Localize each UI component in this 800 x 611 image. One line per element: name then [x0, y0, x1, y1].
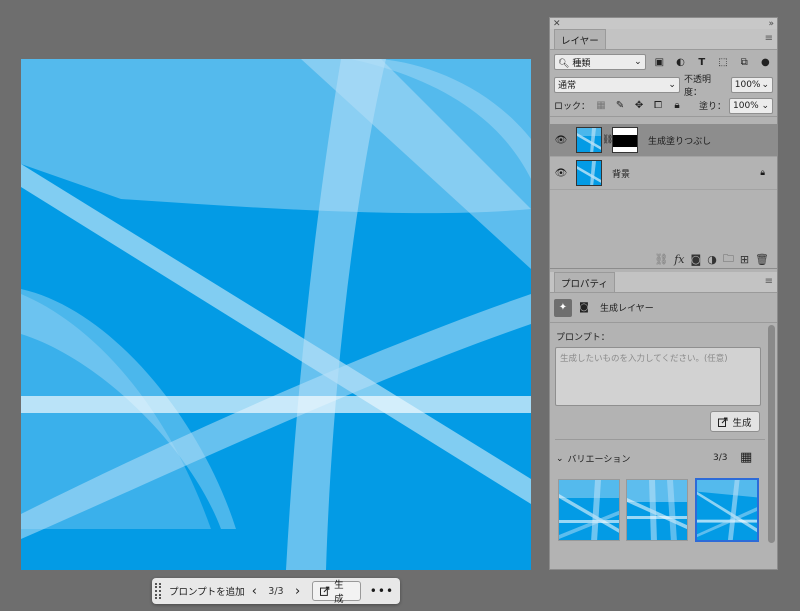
more-options-icon[interactable]: ••• — [370, 584, 394, 598]
close-panel-icon[interactable]: ✕ — [553, 19, 561, 29]
layers-footer-toolbar: ⛓︎ fx ◙ ◑ 🗀︎ ⊞ 🗑︎ — [550, 251, 777, 269]
generate-icon — [320, 586, 330, 596]
visibility-eye-icon[interactable]: 👁︎ — [550, 135, 572, 146]
opacity-label: 不透明度： — [683, 74, 711, 98]
blend-row: 通常 ⌄ 不透明度： 100% ⌄ — [550, 74, 777, 98]
generate-icon — [718, 417, 728, 427]
lock-label: ロック： — [554, 102, 591, 112]
lock-row: ロック： ▦ ✎ ✥ ⧠ 🔒︎ 塗り： 100% ⌄ — [550, 95, 777, 117]
layer-filter-select[interactable]: 🔍︎ 種類 ⌄ — [554, 54, 646, 70]
adjustment-filter-icon[interactable]: ◐ — [673, 54, 688, 70]
previous-variation-button[interactable]: ‹ — [246, 584, 264, 599]
fx-icon[interactable]: fx — [674, 253, 684, 266]
variations-count: 3/3 — [713, 453, 728, 463]
layer-filter-value: 種類 — [572, 58, 591, 69]
generate-button-label: 生成 — [732, 417, 752, 429]
tab-layers[interactable]: レイヤー — [554, 29, 606, 49]
lock-transparency-icon[interactable]: ▦ — [593, 98, 609, 114]
adjustment-layer-icon[interactable]: ◑ — [707, 253, 717, 266]
collapse-panel-icon[interactable]: » — [768, 19, 774, 29]
variations-header[interactable]: ⌄ バリエーション — [556, 452, 631, 466]
variation-thumbnail-2[interactable] — [626, 479, 688, 541]
generate-button[interactable]: 生成 — [710, 411, 760, 432]
variation-thumbnail-3[interactable] — [695, 478, 759, 542]
chevron-down-icon: ⌄ — [634, 57, 642, 67]
grid-view-icon[interactable]: ▦ — [740, 450, 752, 465]
lock-image-icon[interactable]: ✎ — [612, 98, 628, 114]
smart-object-filter-icon[interactable]: ⧉ — [737, 54, 752, 70]
variation-thumbnail-1[interactable] — [558, 479, 620, 541]
new-layer-icon[interactable]: ⊞ — [740, 253, 749, 266]
drag-handle-icon[interactable] — [155, 583, 161, 599]
generated-image — [21, 59, 531, 570]
blend-mode-value: 通常 — [558, 81, 577, 91]
add-mask-icon[interactable]: ◙ — [691, 253, 702, 266]
properties-panel: プロパティ ≡ ✦ ◙ 生成レイヤー プロンプト： 生成したいものを入力してくだ… — [550, 272, 777, 569]
contextual-task-bar: プロンプトを追加 ‹ 3/3 › 生成 ••• — [152, 578, 400, 605]
filter-toggle-icon[interactable]: ● — [758, 54, 773, 70]
fill-field[interactable]: 100% ⌄ — [729, 97, 773, 114]
properties-scrollbar[interactable] — [768, 325, 775, 543]
lock-icon: 🔒︎ — [760, 168, 765, 178]
lock-all-icon[interactable]: 🔒︎ — [669, 98, 685, 114]
chevron-down-icon: ⌄ — [668, 79, 676, 90]
layer-name[interactable]: 生成塗りつぶし — [648, 134, 711, 147]
variations-label: バリエーション — [567, 455, 631, 465]
visibility-eye-icon[interactable]: 👁︎ — [550, 168, 572, 179]
layers-tab-row: レイヤー ≡ — [550, 29, 777, 50]
link-chain-icon[interactable]: ⛓︎ — [602, 135, 613, 145]
generate-button[interactable]: 生成 — [312, 580, 361, 605]
opacity-value: 100% — [734, 79, 761, 90]
generate-button-label: 生成 — [334, 580, 344, 605]
prompt-label: プロンプト： — [556, 333, 610, 343]
new-group-icon[interactable]: 🗀︎ — [723, 250, 734, 269]
opacity-field[interactable]: 100% ⌄ — [730, 76, 773, 93]
lock-artboard-icon[interactable]: ⧠ — [650, 98, 666, 114]
type-filter-icon[interactable]: T — [694, 54, 709, 70]
layer-type-label: 生成レイヤー — [600, 304, 654, 314]
prompt-input[interactable]: 生成したいものを入力してください。(任意) — [555, 347, 761, 406]
chevron-down-icon: ⌄ — [761, 79, 769, 90]
tab-properties[interactable]: プロパティ — [554, 272, 615, 292]
next-variation-button[interactable]: › — [289, 584, 307, 599]
layer-row-generative-fill[interactable]: 👁︎ ⛓︎ 生成塗りつぶし — [550, 124, 777, 157]
generative-layer-icon[interactable]: ✦ — [554, 298, 572, 317]
lock-position-icon[interactable]: ✥ — [631, 98, 647, 114]
layer-mask-thumbnail[interactable] — [612, 127, 638, 153]
layer-thumbnail — [576, 127, 602, 153]
divider — [555, 439, 765, 440]
properties-tab-row: プロパティ ≡ — [550, 272, 777, 293]
fill-value: 100% — [733, 100, 759, 111]
search-icon: 🔍︎ — [558, 58, 570, 69]
layer-filter-row: 🔍︎ 種類 ⌄ ▣ ◐ T ⬚ ⧉ ● — [550, 50, 777, 74]
layer-thumbnail — [576, 160, 602, 186]
add-prompt-button[interactable]: プロンプトを追加 — [169, 584, 246, 598]
layer-name[interactable]: 背景 — [612, 167, 630, 180]
panel-menu-icon[interactable]: ≡ — [765, 33, 773, 44]
document-canvas[interactable] — [21, 59, 531, 570]
variation-counter: 3/3 — [268, 585, 284, 597]
shape-filter-icon[interactable]: ⬚ — [715, 54, 730, 70]
layer-type-row: ✦ ◙ 生成レイヤー — [550, 293, 777, 323]
panel-menu-icon[interactable]: ≡ — [765, 276, 773, 287]
panel-header-strip: ✕ » — [550, 18, 777, 29]
chevron-down-icon: ⌄ — [556, 453, 564, 464]
layer-row-background[interactable]: 👁︎ 背景 🔒︎ — [550, 157, 777, 190]
image-filter-icon[interactable]: ▣ — [652, 54, 667, 70]
blend-mode-select[interactable]: 通常 ⌄ — [554, 76, 680, 93]
chevron-down-icon: ⌄ — [761, 100, 769, 111]
panels-column: ✕ » レイヤー ≡ 🔍︎ 種類 ⌄ ▣ ◐ T ⬚ ⧉ ● 通常 ⌄ 不透明度… — [549, 17, 778, 570]
link-layers-icon[interactable]: ⛓︎ — [654, 253, 668, 266]
delete-layer-icon[interactable]: 🗑︎ — [755, 253, 769, 266]
mask-properties-icon[interactable]: ◙ — [576, 300, 592, 316]
fill-label: 塗り： — [698, 102, 726, 112]
